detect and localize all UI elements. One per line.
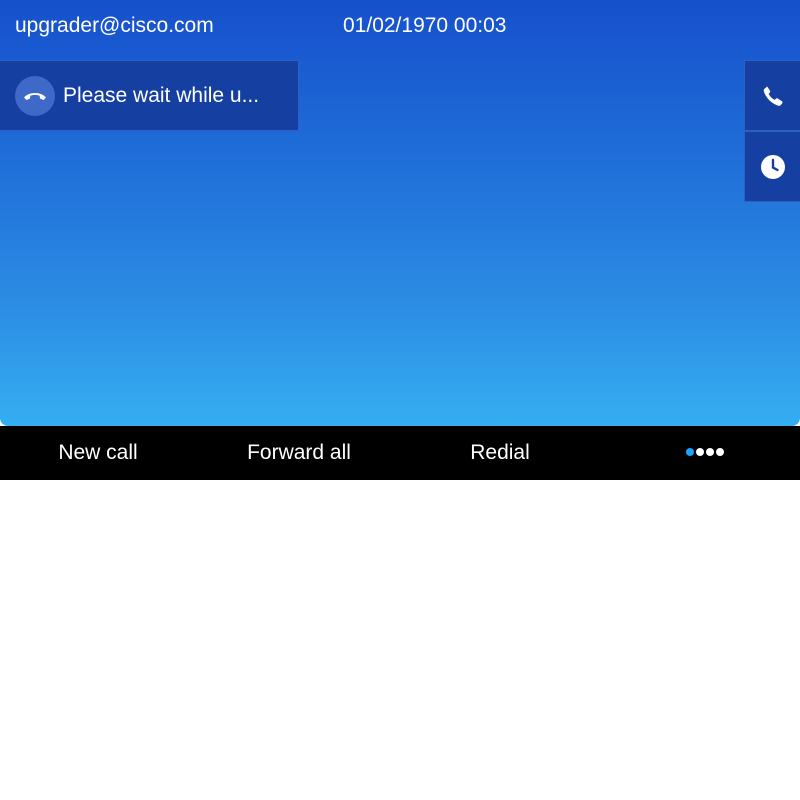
page-dot-active bbox=[686, 448, 694, 456]
user-id: upgrader@cisco.com bbox=[15, 14, 214, 37]
page-dot bbox=[706, 448, 714, 456]
softkey-bar: New call Forward all Redial bbox=[0, 426, 800, 480]
hangup-icon bbox=[15, 76, 55, 116]
page-dot bbox=[696, 448, 704, 456]
phone-screen: upgrader@cisco.com 01/02/1970 00:03 Plea… bbox=[0, 0, 800, 426]
redial-softkey[interactable]: Redial bbox=[400, 426, 600, 480]
date-time: 01/02/1970 00:03 bbox=[343, 14, 507, 37]
more-softkey[interactable] bbox=[686, 448, 726, 458]
recents-button[interactable] bbox=[744, 131, 800, 202]
page-dot bbox=[716, 448, 724, 456]
session-line-button[interactable]: Please wait while u... bbox=[0, 60, 299, 131]
phone-icon bbox=[763, 86, 783, 106]
phone-button[interactable] bbox=[744, 60, 800, 131]
status-bar: upgrader@cisco.com 01/02/1970 00:03 bbox=[0, 0, 800, 52]
forward-all-softkey[interactable]: Forward all bbox=[199, 426, 399, 480]
session-label: Please wait while u... bbox=[63, 84, 260, 107]
clock-icon bbox=[761, 155, 785, 179]
new-call-softkey[interactable]: New call bbox=[0, 426, 198, 480]
